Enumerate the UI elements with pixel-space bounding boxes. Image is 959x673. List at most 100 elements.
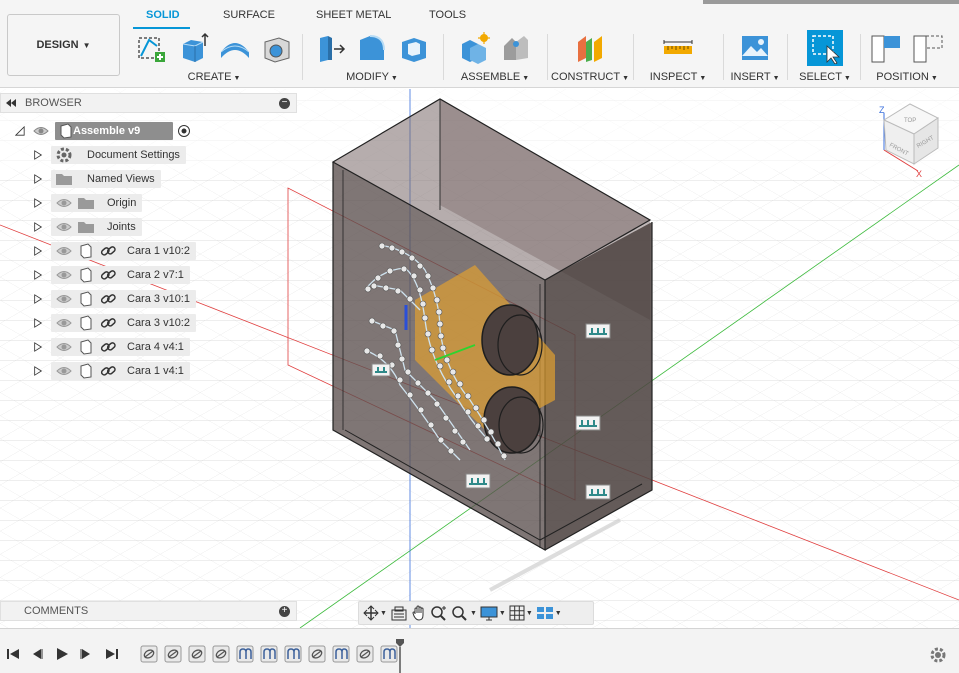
browser-node[interactable]: Cara 1 v4:1 (51, 362, 190, 380)
eye-icon[interactable] (55, 267, 73, 283)
browser-node-label: Joints (107, 221, 136, 233)
assemble-menu[interactable]: ASSEMBLE ▼ (445, 71, 545, 83)
browser-header[interactable]: BROWSER − (0, 93, 297, 113)
collapse-panel-icon[interactable] (5, 98, 17, 108)
position-menu[interactable]: POSITION ▼ (862, 71, 952, 83)
expand-triangle-icon[interactable] (33, 317, 43, 329)
expand-triangle-icon[interactable] (33, 269, 43, 281)
browser-node[interactable]: Named Views (51, 170, 161, 188)
browser-node[interactable]: Cara 3 v10:2 (51, 314, 196, 332)
press-pull-icon[interactable] (312, 30, 348, 66)
timeline-joint-icon[interactable] (164, 645, 182, 663)
fillet-icon[interactable] (354, 30, 390, 66)
select-icon[interactable] (807, 30, 843, 66)
viewports-tool[interactable]: ▼ (536, 603, 562, 623)
timeline-rigid-group-icon[interactable] (236, 645, 254, 663)
browser-node[interactable]: Document Settings (51, 146, 186, 164)
revert-position-icon[interactable] (910, 30, 946, 66)
tab-surface[interactable]: SURFACE (223, 9, 275, 21)
play-icon[interactable] (54, 646, 70, 662)
component-icon (77, 339, 95, 355)
grid-settings-tool[interactable]: ▼ (509, 603, 533, 623)
display-settings-tool[interactable]: ▼ (480, 603, 506, 623)
orbit-tool[interactable]: ▼ (363, 603, 387, 623)
browser-node[interactable]: Cara 3 v10:1 (51, 290, 196, 308)
activate-radio-icon[interactable] (177, 124, 191, 138)
create-menu[interactable]: CREATE ▼ (128, 71, 300, 83)
tab-solid[interactable]: SOLID (146, 9, 180, 21)
browser-node[interactable]: Cara 4 v4:1 (51, 338, 190, 356)
expand-triangle-icon[interactable] (33, 173, 43, 185)
go-to-end-icon[interactable] (104, 646, 120, 662)
construct-menu[interactable]: CONSTRUCT ▼ (549, 71, 631, 83)
gear-icon (55, 147, 73, 163)
eye-icon[interactable] (55, 195, 73, 211)
step-forward-icon[interactable] (78, 646, 94, 662)
root-component[interactable]: Assemble v9 (55, 122, 173, 140)
browser-panel: BROWSER − (0, 93, 297, 113)
expand-triangle-icon[interactable] (33, 149, 43, 161)
insert-canvas-icon[interactable] (737, 30, 773, 66)
expand-triangle-icon[interactable] (33, 197, 43, 209)
timeline-joint-icon[interactable] (308, 645, 326, 663)
eye-icon[interactable] (33, 124, 49, 138)
divider (723, 34, 724, 80)
tab-sheet-metal[interactable]: SHEET METAL (316, 9, 391, 21)
browser-node[interactable]: Joints (51, 218, 142, 236)
hole-icon[interactable] (259, 30, 295, 66)
measure-icon[interactable] (660, 30, 696, 66)
folder-icon (77, 219, 95, 235)
timeline-joint-icon[interactable] (212, 645, 230, 663)
timeline-joint-icon[interactable] (356, 645, 374, 663)
browser-node[interactable]: Cara 2 v7:1 (51, 266, 190, 284)
expand-triangle-icon[interactable] (33, 245, 43, 257)
comments-panel[interactable]: COMMENTS + (0, 601, 297, 621)
offset-plane-icon[interactable] (572, 30, 608, 66)
expand-triangle-icon[interactable] (33, 365, 43, 377)
expand-triangle-icon[interactable] (33, 221, 43, 233)
shell-icon[interactable] (396, 30, 432, 66)
title-strip (703, 0, 959, 4)
eye-icon[interactable] (55, 219, 73, 235)
browser-node-label: Named Views (87, 173, 155, 185)
timeline-rigid-group-icon[interactable] (260, 645, 278, 663)
minimize-browser-icon[interactable]: − (279, 97, 290, 109)
eye-icon[interactable] (55, 291, 73, 307)
joint-icon[interactable] (498, 30, 534, 66)
capture-position-icon[interactable] (868, 30, 904, 66)
select-menu[interactable]: SELECT ▼ (793, 71, 857, 83)
new-component-icon[interactable] (456, 30, 492, 66)
go-to-start-icon[interactable] (5, 646, 21, 662)
expand-triangle-icon[interactable] (33, 293, 43, 305)
timeline-settings-gear-icon[interactable] (929, 646, 947, 664)
timeline-joint-icon[interactable] (188, 645, 206, 663)
add-comment-icon[interactable]: + (279, 605, 290, 617)
browser-title: BROWSER (25, 97, 82, 109)
eye-icon[interactable] (55, 363, 73, 379)
link-icon (99, 243, 117, 259)
expand-triangle-icon[interactable] (33, 341, 43, 353)
eye-icon[interactable] (55, 315, 73, 331)
modify-menu[interactable]: MODIFY ▼ (304, 71, 440, 83)
tab-tools[interactable]: TOOLS (429, 9, 466, 21)
zoom-tool[interactable] (430, 603, 448, 623)
browser-node[interactable]: Cara 1 v10:2 (51, 242, 196, 260)
inspect-menu[interactable]: INSPECT ▼ (635, 71, 721, 83)
look-at-tool[interactable] (390, 603, 408, 623)
insert-menu[interactable]: INSERT ▼ (725, 71, 785, 83)
create-sketch-icon[interactable] (133, 30, 169, 66)
timeline-rigid-group-icon[interactable] (332, 645, 350, 663)
expand-triangle-icon[interactable] (15, 125, 25, 137)
timeline-joint-icon[interactable] (140, 645, 158, 663)
step-back-icon[interactable] (29, 646, 45, 662)
timeline-marker[interactable] (396, 639, 404, 673)
workspace-switcher[interactable]: DESIGN ▼ (7, 14, 120, 76)
timeline-rigid-group-icon[interactable] (284, 645, 302, 663)
eye-icon[interactable] (55, 243, 73, 259)
pan-tool[interactable] (411, 603, 427, 623)
browser-node[interactable]: Origin (51, 194, 143, 212)
extrude-icon[interactable] (175, 30, 211, 66)
fit-tool[interactable]: ▼ (451, 603, 477, 623)
revolve-icon[interactable] (217, 30, 253, 66)
eye-icon[interactable] (55, 339, 73, 355)
